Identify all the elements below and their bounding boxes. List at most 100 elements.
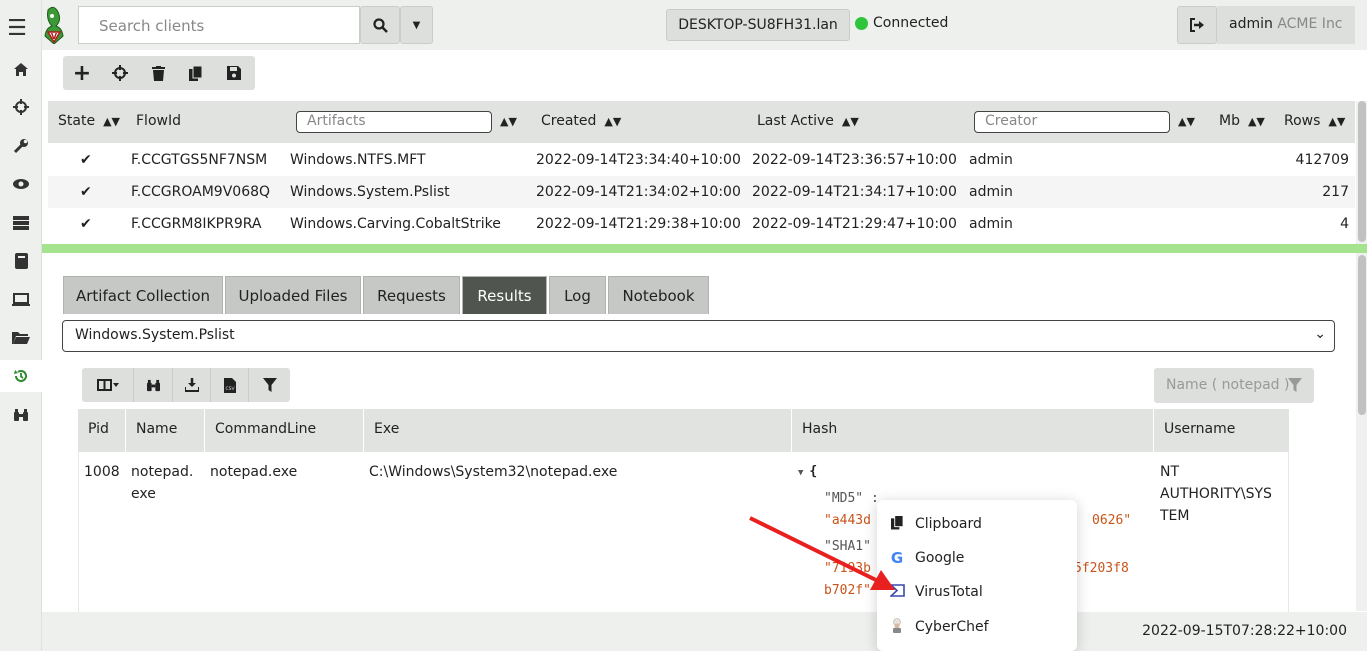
flow-id: F.CCGRM8IKPR9RA [131, 216, 262, 232]
flow-id: F.CCGROAM9V068Q [131, 184, 271, 200]
client-hostname[interactable]: DESKTOP-SU8FH31.lan [666, 9, 850, 41]
col-mb[interactable]: Mb ▲▼ [1219, 113, 1265, 129]
flow-rows: 217 [1322, 184, 1349, 200]
wrench-icon[interactable] [10, 135, 32, 157]
copy-button[interactable] [177, 56, 215, 90]
flow-row[interactable]: ✔ F.CCGROAM9V068Q Windows.System.Pslist … [48, 176, 1355, 208]
column-selector-button[interactable] [82, 368, 134, 402]
col-flowid[interactable]: FlowId [136, 113, 181, 129]
pane-resize-handle[interactable] [42, 244, 1367, 253]
flow-row[interactable]: ✔ F.CCGTGS5NF7NSM Windows.NTFS.MFT 2022-… [48, 144, 1355, 176]
run-hunt-button[interactable] [101, 56, 139, 90]
logout-button[interactable] [1177, 6, 1217, 44]
cyberchef-icon [889, 617, 905, 637]
history-icon[interactable] [10, 365, 32, 387]
export-csv-button[interactable]: CSV [211, 368, 249, 402]
save-icon [227, 66, 241, 80]
menu-item-label: VirusTotal [915, 584, 983, 600]
sort-artifacts-icon[interactable]: ▲▼ [500, 113, 517, 129]
flow-created: 2022-09-14T21:34:02+10:00 [536, 184, 741, 200]
menu-item-label: Google [915, 550, 965, 566]
new-collection-button[interactable]: + [63, 56, 101, 90]
plus-icon: + [72, 60, 92, 86]
annotation-arrow-icon [749, 516, 895, 590]
menu-icon[interactable]: ☰ [4, 16, 30, 41]
folder-icon[interactable] [10, 327, 32, 349]
tab-notebook[interactable]: Notebook [608, 276, 709, 314]
search-icon [372, 17, 388, 33]
server-icon[interactable] [10, 212, 32, 234]
search-input[interactable]: Search clients [78, 6, 360, 44]
col-created[interactable]: Created ▲▼ [541, 113, 621, 129]
tab-results[interactable]: Results [462, 276, 547, 314]
creator-filter-input[interactable]: Creator [974, 111, 1170, 133]
check-icon: ✔ [80, 216, 92, 232]
sign-out-icon [1190, 18, 1204, 32]
tab-log[interactable]: Log [549, 276, 606, 314]
svg-text:V: V [51, 32, 58, 41]
footer-timestamp: 2022-09-15T07:28:22+10:00 [1142, 623, 1347, 639]
search-dropdown-button[interactable]: ▼ [400, 6, 433, 44]
org-label: ACME Inc [1277, 16, 1343, 32]
download-button[interactable] [173, 368, 211, 402]
sidebar: ☰ [0, 0, 42, 651]
search-button[interactable] [360, 6, 400, 44]
save-button[interactable] [215, 56, 253, 90]
flow-last-active: 2022-09-14T23:36:57+10:00 [752, 152, 957, 168]
menu-item-cyberchef[interactable]: CyberChef [877, 610, 1077, 644]
col-pid[interactable]: Pid [88, 421, 109, 437]
page-scrollbar[interactable] [1356, 253, 1367, 611]
name-filter-label: Name ( notepad ) [1166, 377, 1290, 393]
velociraptor-logo[interactable]: V [42, 6, 66, 45]
col-username[interactable]: Username [1164, 421, 1235, 437]
sort-creator-icon[interactable]: ▲▼ [1178, 113, 1195, 129]
cell-commandline: notepad.exe [210, 464, 298, 480]
binoculars-icon[interactable] [10, 404, 32, 426]
flow-creator: admin [969, 216, 1013, 232]
col-name[interactable]: Name [136, 421, 177, 437]
col-last-active[interactable]: Last Active ▲▼ [757, 113, 859, 129]
csv-file-icon: CSV [223, 377, 236, 393]
check-icon: ✔ [80, 184, 92, 200]
laptop-icon[interactable] [10, 289, 32, 311]
tab-artifact-collection[interactable]: Artifact Collection [63, 276, 223, 314]
col-commandline[interactable]: CommandLine [215, 421, 316, 437]
flow-rows: 4 [1340, 216, 1349, 232]
status-dot-icon [855, 16, 868, 30]
eye-icon[interactable] [10, 173, 32, 195]
user-org-button[interactable]: admin ACME Inc [1217, 6, 1355, 44]
flow-creator: admin [969, 152, 1013, 168]
connection-status: Connected [855, 15, 948, 31]
check-icon: ✔ [80, 152, 92, 168]
flow-creator: admin [969, 184, 1013, 200]
filter-icon [1288, 378, 1302, 392]
filter-icon [262, 378, 277, 392]
home-icon[interactable] [10, 58, 32, 80]
col-state[interactable]: State ▲▼ [58, 113, 120, 129]
crosshair-icon[interactable] [10, 96, 32, 118]
status-footer: 2022-09-15T07:28:22+10:00 [42, 612, 1367, 651]
svg-text:CSV: CSV [225, 386, 235, 392]
trash-icon [151, 65, 165, 81]
search-results-button[interactable] [134, 368, 173, 402]
flow-artifact: Windows.NTFS.MFT [290, 152, 426, 168]
collapse-caret-icon[interactable]: ▼ [798, 468, 803, 478]
tab-uploaded-files[interactable]: Uploaded Files [225, 276, 361, 314]
tab-requests[interactable]: Requests [363, 276, 460, 314]
artifacts-filter-input[interactable]: Artifacts [296, 111, 492, 133]
book-icon[interactable] [10, 250, 32, 272]
filter-button[interactable] [249, 368, 290, 402]
artifact-select[interactable]: Windows.System.Pslist ⌄ [62, 320, 1335, 352]
binoculars-icon [146, 379, 160, 391]
cell-exe: C:\Windows\System32\notepad.exe [369, 464, 618, 480]
col-exe[interactable]: Exe [374, 421, 399, 437]
results-table-header: Pid Name CommandLine Exe Hash Username [78, 409, 1289, 452]
col-rows[interactable]: Rows ▲▼ [1284, 113, 1345, 129]
name-filter-button[interactable]: Name ( notepad ) [1154, 368, 1314, 403]
col-hash[interactable]: Hash [802, 421, 837, 437]
delete-button[interactable] [139, 56, 177, 90]
flow-created: 2022-09-14T23:34:40+10:00 [536, 152, 741, 168]
flows-scrollbar[interactable] [1356, 101, 1367, 244]
flow-row[interactable]: ✔ F.CCGRM8IKPR9RA Windows.Carving.Cobalt… [48, 208, 1355, 240]
chevron-down-icon: ⌄ [1314, 326, 1326, 342]
